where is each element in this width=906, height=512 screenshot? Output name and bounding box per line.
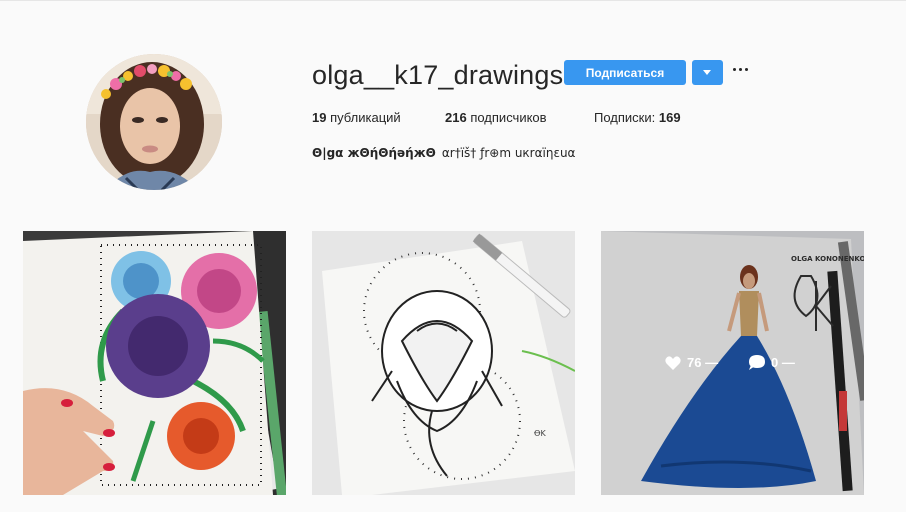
hover-overlay bbox=[601, 231, 864, 495]
followers-stat[interactable]: 216 подписчиков bbox=[445, 110, 547, 125]
posts-count: 19 bbox=[312, 110, 327, 125]
post-thumbnail[interactable]: ꝊK bbox=[312, 231, 575, 495]
heart-icon bbox=[665, 355, 681, 370]
posts-label: публикаций bbox=[330, 110, 401, 125]
followers-label: подписчиков bbox=[470, 110, 547, 125]
flower-drawing bbox=[23, 231, 286, 495]
dot-icon bbox=[733, 68, 736, 71]
username: olga__k17_drawings bbox=[312, 60, 564, 90]
full-name: Θ|gα жΘήΘήəήжΘ bbox=[312, 146, 436, 160]
dot-icon bbox=[745, 68, 748, 71]
rose-sketch: ꝊK bbox=[312, 231, 575, 495]
avatar[interactable] bbox=[86, 54, 222, 190]
comments-stat: 0 — bbox=[749, 355, 795, 370]
bio-text: αr†ïš† ƒr⊕m uкrαïηεuα bbox=[441, 146, 576, 160]
following-stat[interactable]: Подписки: 169 bbox=[594, 110, 681, 125]
comment-icon bbox=[749, 355, 765, 370]
likes-stat: 76 — bbox=[665, 355, 718, 370]
dot-icon bbox=[739, 68, 742, 71]
top-divider bbox=[0, 0, 906, 1]
chevron-down-icon bbox=[703, 70, 711, 75]
posts-stat: 19 публикаций bbox=[312, 110, 401, 125]
following-label: Подписки: bbox=[594, 110, 656, 125]
likes-count: 76 — bbox=[687, 355, 719, 370]
svg-text:ꝊK: ꝊK bbox=[534, 429, 546, 438]
follow-button[interactable]: Подписаться bbox=[564, 60, 686, 85]
following-count: 169 bbox=[658, 110, 681, 125]
bio: Θ|gα жΘήΘήəήжΘ αr†ïš† ƒr⊕m uкrαïηεuα bbox=[312, 146, 575, 160]
post-thumbnail[interactable]: OLGA KONONENKO 76 — 0 — bbox=[601, 231, 864, 495]
comments-count: 0 — bbox=[771, 355, 795, 370]
profile-photo bbox=[86, 54, 222, 190]
suggestions-dropdown-button[interactable] bbox=[692, 60, 723, 85]
more-options-button[interactable] bbox=[733, 65, 749, 77]
followers-count: 216 bbox=[445, 110, 467, 125]
post-thumbnail[interactable] bbox=[23, 231, 286, 495]
